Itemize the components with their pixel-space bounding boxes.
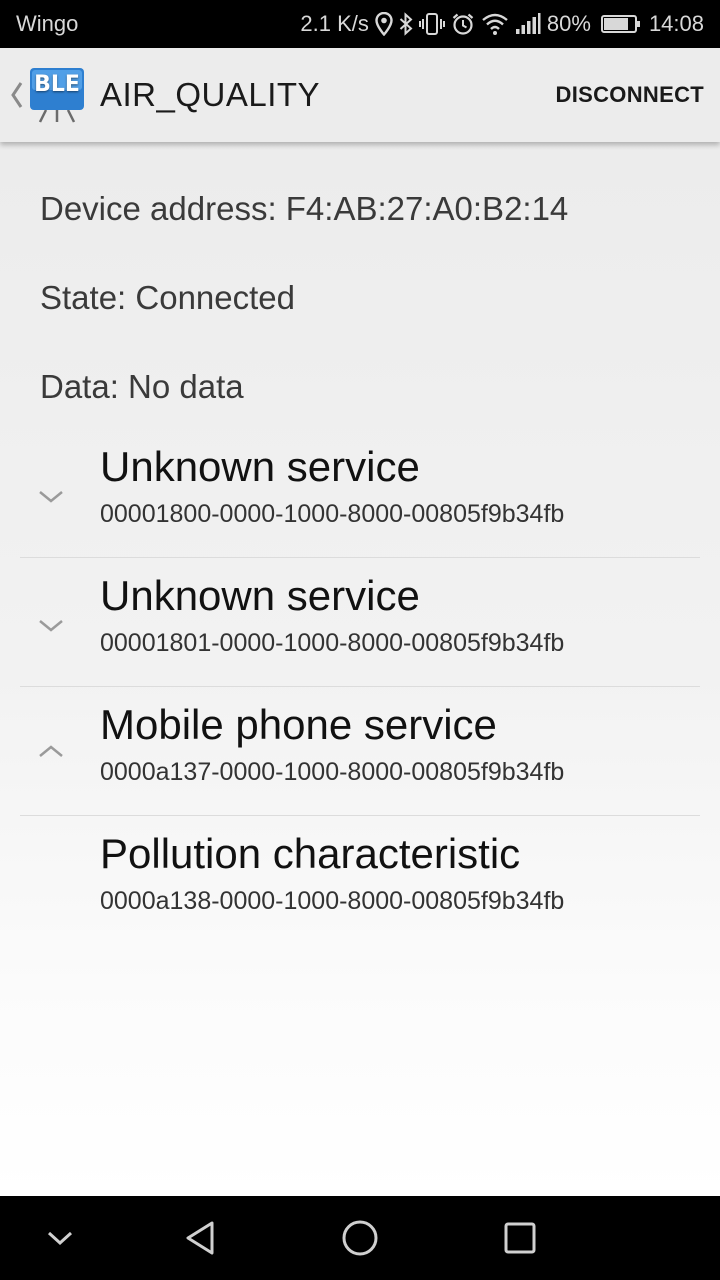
logo-text: BLE <box>34 72 80 97</box>
wifi-icon <box>481 12 509 36</box>
alarm-icon <box>451 12 475 36</box>
chevron-down-icon[interactable] <box>38 618 64 634</box>
app-logo[interactable]: BLE <box>28 66 86 124</box>
service-name: Unknown service <box>100 572 420 619</box>
recents-icon[interactable] <box>498 1196 542 1280</box>
location-icon <box>375 12 393 36</box>
action-bar: BLE AIR_QUALITY DISCONNECT <box>0 48 720 142</box>
clock: 14:08 <box>648 11 704 36</box>
navigation-bar <box>0 1196 720 1280</box>
status-bar: Wingo 2.1 K/s 80% 14:08 <box>0 0 720 48</box>
home-icon[interactable] <box>336 1196 384 1280</box>
vibrate-icon <box>418 12 445 36</box>
up-navigation-chevron-icon[interactable] <box>6 48 28 142</box>
status-icons: 2.1 K/s 80% 14:08 <box>300 11 704 37</box>
carrier-label: Wingo <box>16 11 79 36</box>
service-uuid: 00001801-0000-1000-8000-00805f9b34fb <box>100 629 565 657</box>
service-name: Mobile phone service <box>100 701 497 748</box>
device-address: Device address: F4:AB:27:A0:B2:14 <box>40 190 569 227</box>
chevron-down-icon[interactable] <box>38 489 64 505</box>
disconnect-button[interactable]: DISCONNECT <box>556 72 704 118</box>
service-uuid: 0000a137-0000-1000-8000-00805f9b34fb <box>100 758 565 786</box>
back-icon[interactable] <box>176 1196 224 1280</box>
battery-icon <box>600 15 640 33</box>
signal-icon <box>515 12 541 36</box>
service-name: Unknown service <box>100 443 420 490</box>
battery-fill <box>603 18 628 30</box>
battery-percent: 80% <box>546 11 591 36</box>
service-list-item-expanded[interactable]: Mobile phone service 0000a137-0000-1000-… <box>20 687 700 816</box>
connection-state: State: Connected <box>40 279 296 316</box>
bluetooth-icon <box>399 12 413 36</box>
characteristic-uuid: 0000a138-0000-1000-8000-00805f9b34fb <box>100 887 565 915</box>
service-uuid: 00001800-0000-1000-8000-00805f9b34fb <box>100 500 565 528</box>
characteristic-name: Pollution characteristic <box>100 830 521 877</box>
chevron-up-icon[interactable] <box>38 743 64 759</box>
network-speed: 2.1 K/s <box>300 11 369 36</box>
characteristic-list-item[interactable]: Pollution characteristic 0000a138-0000-1… <box>20 816 700 945</box>
service-list-item[interactable]: Unknown service 00001801-0000-1000-8000-… <box>20 558 700 687</box>
service-list-item[interactable]: Unknown service 00001800-0000-1000-8000-… <box>20 429 700 558</box>
device-detail-content: Device address: F4:AB:27:A0:B2:14 State:… <box>0 142 720 1196</box>
data-value: Data: No data <box>40 368 244 405</box>
page-title: AIR_QUALITY <box>100 76 321 113</box>
hide-nav-icon[interactable] <box>40 1196 80 1280</box>
